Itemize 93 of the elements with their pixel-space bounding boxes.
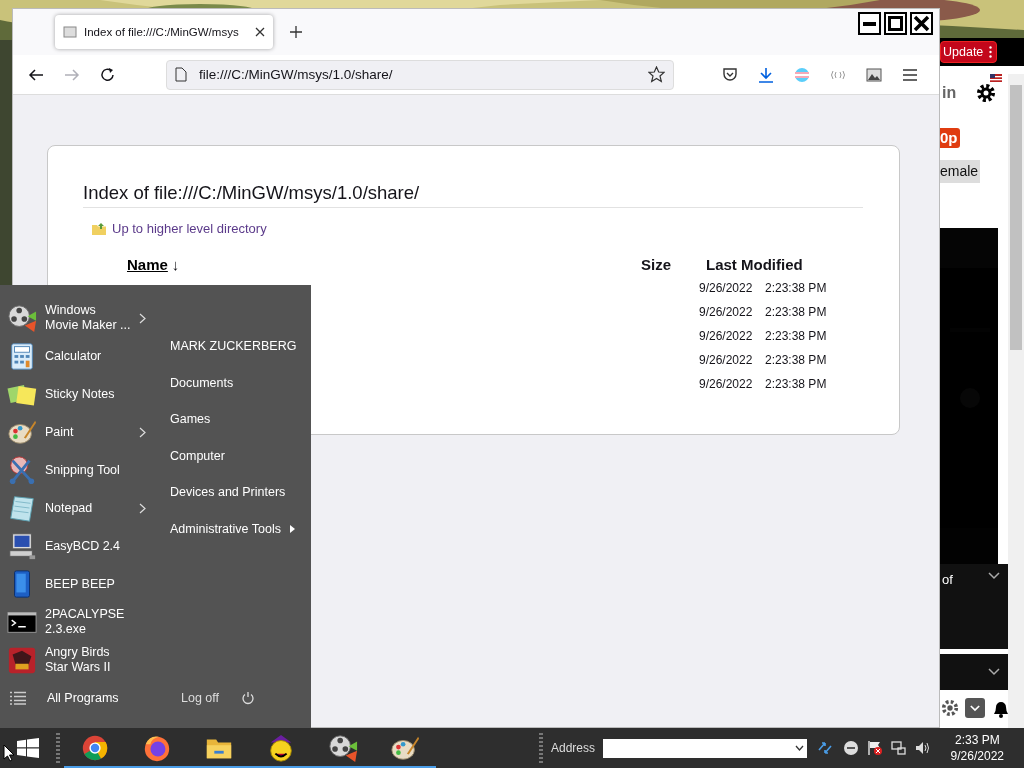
start-menu-item[interactable]: Devices and Printers bbox=[160, 474, 311, 511]
submenu-arrow-icon bbox=[290, 524, 295, 533]
scrollbar-thumb[interactable] bbox=[1010, 85, 1022, 350]
close-icon[interactable] bbox=[255, 27, 265, 37]
back-icon bbox=[28, 66, 44, 83]
start-menu-item[interactable]: BEEP BEEP bbox=[0, 565, 160, 603]
page-icon bbox=[175, 67, 187, 82]
chevron-down-icon bbox=[970, 704, 980, 712]
start-menu-item[interactable]: Computer bbox=[160, 437, 311, 474]
star-icon[interactable] bbox=[648, 66, 665, 83]
film-reel-icon bbox=[328, 733, 358, 763]
game-icon bbox=[7, 645, 37, 675]
settings-icon[interactable] bbox=[976, 83, 997, 103]
computer-icon bbox=[7, 531, 37, 561]
close-icon[interactable] bbox=[910, 12, 933, 35]
power-icon[interactable] bbox=[241, 691, 255, 705]
update-button[interactable]: Update bbox=[940, 41, 998, 63]
dropdown-panel[interactable]: of bbox=[940, 564, 1008, 649]
network-icon[interactable] bbox=[891, 740, 908, 756]
sort-arrow: ↓ bbox=[171, 255, 180, 273]
column-header[interactable]: Name bbox=[127, 255, 168, 273]
volume-icon[interactable] bbox=[915, 740, 932, 756]
date-cell-text: 9/26/2022 bbox=[699, 353, 754, 367]
column-header[interactable]: Size bbox=[641, 255, 706, 273]
start-menu-item[interactable]: Games bbox=[160, 401, 311, 438]
striped-circle-icon bbox=[794, 66, 810, 83]
maximize-icon[interactable] bbox=[884, 12, 907, 35]
filter-chip[interactable]: emale bbox=[940, 160, 981, 183]
address-label: Address bbox=[551, 741, 596, 755]
start-menu-item[interactable]: Paint bbox=[0, 413, 160, 451]
start-menu-item[interactable]: Windows Movie Maker ... bbox=[0, 299, 160, 337]
film-reel-icon bbox=[7, 303, 37, 333]
clock[interactable]: 2:33 PM 9/26/2022 bbox=[950, 732, 1004, 764]
menu-icon bbox=[902, 67, 918, 82]
start-menu-item[interactable]: 2PACALYPSE 2.3.exe bbox=[0, 603, 160, 641]
time-cell: 2:23:38 PM bbox=[765, 305, 827, 319]
chevron-down-icon[interactable] bbox=[988, 668, 1000, 676]
chevron-right-icon bbox=[139, 502, 146, 514]
shield-icon bbox=[722, 66, 738, 83]
all-programs-link[interactable]: All Programs bbox=[47, 691, 119, 705]
date-cell-text: 9/26/2022 bbox=[699, 329, 754, 343]
image-icon bbox=[866, 66, 882, 83]
start-menu-item[interactable]: Sticky Notes bbox=[0, 375, 160, 413]
start-menu-item[interactable]: Administrative Tools bbox=[160, 510, 311, 547]
chevron-right-icon bbox=[139, 312, 146, 324]
time-cell: 2:23:38 PM bbox=[765, 377, 827, 391]
page-icon bbox=[63, 25, 77, 39]
settings-icon[interactable] bbox=[941, 699, 959, 717]
time-cell: 2:23:38 PM bbox=[765, 353, 827, 367]
address-field[interactable] bbox=[603, 738, 808, 758]
start-menu-item[interactable]: Calculator bbox=[0, 337, 160, 375]
resolution-badge: 0p bbox=[940, 128, 960, 148]
browser-icon bbox=[80, 733, 110, 763]
chevron-down-icon bbox=[795, 745, 805, 751]
reload-icon bbox=[100, 66, 116, 83]
browser-icon bbox=[142, 733, 172, 763]
flag-icon[interactable] bbox=[867, 740, 884, 756]
windows-logo-icon bbox=[17, 738, 39, 758]
date-cell-text: 9/26/2022 bbox=[699, 305, 754, 319]
column-header[interactable]: Last Modified bbox=[706, 255, 803, 273]
date-cell-text: 9/26/2022 bbox=[699, 377, 754, 391]
minimize-icon[interactable] bbox=[858, 12, 881, 35]
start-menu-item[interactable]: Snipping Tool bbox=[0, 451, 160, 489]
signal-icon bbox=[830, 69, 846, 80]
address-bar[interactable]: file:///C:/MinGW/msys/1.0/share/ bbox=[166, 59, 674, 90]
panel-text: of bbox=[942, 572, 953, 589]
more-icon bbox=[989, 46, 993, 58]
notepad-icon bbox=[7, 493, 37, 523]
start-menu-item[interactable]: Notepad bbox=[0, 489, 160, 527]
folder-up-icon bbox=[92, 222, 106, 235]
chevron-right-icon bbox=[139, 426, 146, 438]
page-heading: Index of file:///C:/MinGW/msys/1.0/share/ bbox=[83, 182, 863, 208]
flag-icon bbox=[990, 74, 1002, 82]
sign-in-text[interactable]: in bbox=[942, 84, 957, 102]
time-cell: 2:23:38 PM bbox=[765, 329, 827, 343]
start-menu-item[interactable]: EasyBCD 2.4 bbox=[0, 527, 160, 565]
scissors-icon bbox=[7, 455, 37, 485]
start-menu-item[interactable]: Documents bbox=[160, 364, 311, 401]
date-cell-text: 9/26/2022 bbox=[699, 281, 754, 295]
forward-icon bbox=[64, 66, 80, 83]
list-icon bbox=[10, 691, 26, 705]
time-cell: 2:23:38 PM bbox=[765, 281, 827, 295]
download-icon bbox=[758, 66, 774, 83]
log-off-button[interactable]: Log off bbox=[181, 691, 219, 705]
collapse-button[interactable] bbox=[965, 698, 985, 718]
new-tab-icon[interactable] bbox=[289, 25, 303, 39]
pointer-icon bbox=[3, 744, 15, 762]
chevron-down-icon[interactable] bbox=[988, 572, 1000, 580]
browser-tab[interactable]: Index of file:///C:/MinGW/msys bbox=[55, 15, 273, 49]
start-menu-item[interactable]: MARK ZUCKERBERG bbox=[160, 328, 311, 365]
parent-directory-link[interactable]: Up to higher level directory bbox=[112, 221, 267, 236]
start-menu-item[interactable]: Angry Birds Star Wars II bbox=[0, 641, 160, 679]
status-icon[interactable] bbox=[843, 740, 860, 756]
